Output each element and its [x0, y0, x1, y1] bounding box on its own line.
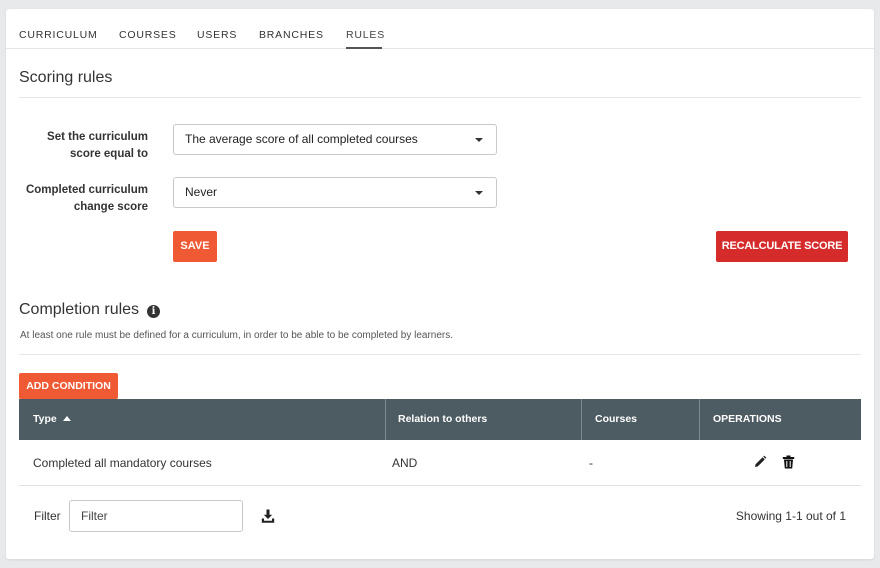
table-row: Completed all mandatory courses AND -: [19, 440, 861, 486]
tab-users[interactable]: USERS: [197, 29, 237, 41]
courses-column-header: Courses: [595, 413, 638, 425]
info-icon[interactable]: i: [147, 305, 160, 318]
filter-label: Filter: [34, 509, 61, 523]
tab-branches[interactable]: BRANCHES: [259, 29, 324, 41]
change-score-label: Completed curriculum change score: [16, 182, 148, 216]
column-separator: [581, 399, 582, 440]
score-equal-label-line2: score equal to: [70, 148, 148, 160]
change-score-value: Never: [185, 185, 218, 199]
delete-trash-icon[interactable]: [782, 455, 795, 469]
tab-bar: CURRICULUM COURSES USERS BRANCHES RULES: [6, 9, 874, 49]
column-separator: [699, 399, 700, 440]
pagination-summary: Showing 1-1 out of 1: [735, 509, 846, 523]
type-column-header[interactable]: Type: [33, 399, 71, 440]
tab-rules[interactable]: RULES: [346, 29, 385, 41]
add-condition-button[interactable]: ADD CONDITION: [19, 373, 118, 399]
change-score-select[interactable]: Never: [173, 177, 497, 208]
completion-rules-title: Completion rules: [19, 301, 140, 318]
score-equal-label: Set the curriculum score equal to: [16, 129, 148, 163]
relation-column-header: Relation to others: [398, 413, 488, 425]
rule-type-cell: Completed all mandatory courses: [33, 456, 212, 470]
rule-relation-cell: AND: [392, 456, 418, 470]
change-score-label-line2: change score: [73, 201, 148, 213]
tab-courses[interactable]: COURSES: [119, 29, 177, 41]
column-separator: [385, 399, 386, 440]
score-method-value: The average score of all completed cours…: [185, 132, 418, 146]
chevron-down-icon: [475, 138, 483, 142]
edit-pencil-icon[interactable]: [753, 455, 767, 469]
divider: [19, 97, 861, 98]
operations-column-header: OPERATIONS: [713, 413, 782, 425]
recalculate-score-button[interactable]: RECALCULATE SCORE: [716, 231, 848, 262]
scoring-rules-title: Scoring rules: [19, 69, 113, 86]
download-icon[interactable]: [261, 509, 275, 523]
divider: [19, 354, 861, 355]
filter-input[interactable]: [69, 500, 243, 532]
rules-table-header: Type Relation to others Courses OPERATIO…: [19, 399, 861, 440]
sort-up-icon: [62, 416, 71, 421]
active-tab-indicator: [346, 47, 382, 49]
rule-courses-cell: -: [589, 456, 593, 470]
score-method-select[interactable]: The average score of all completed cours…: [173, 124, 497, 155]
score-equal-label-line1: Set the curriculum: [47, 131, 148, 143]
curriculum-card: CURRICULUM COURSES USERS BRANCHES RULES …: [6, 9, 874, 559]
change-score-label-line1: Completed curriculum: [25, 184, 148, 196]
completion-note: At least one rule must be defined for a …: [20, 330, 454, 341]
tab-curriculum[interactable]: CURRICULUM: [19, 29, 98, 41]
type-header-label: Type: [33, 413, 57, 425]
chevron-down-icon: [475, 191, 483, 195]
save-button[interactable]: SAVE: [173, 231, 217, 262]
